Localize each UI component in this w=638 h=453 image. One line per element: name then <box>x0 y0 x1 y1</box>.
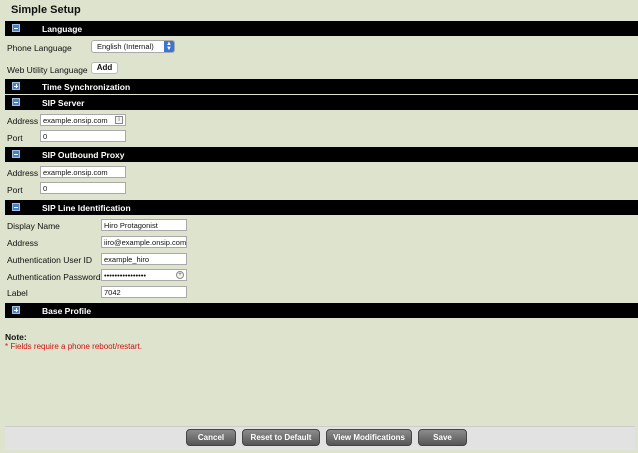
collapse-icon[interactable] <box>12 24 20 32</box>
collapse-icon[interactable] <box>12 203 20 211</box>
sip-server-address-input[interactable]: example.onsip.com <box>40 114 126 126</box>
section-title: Time Synchronization <box>42 82 131 92</box>
collapse-icon[interactable] <box>12 150 20 158</box>
section-time-sync[interactable]: Time Synchronization <box>5 79 638 94</box>
view-modifications-button[interactable]: View Modifications <box>326 429 412 446</box>
info-icon[interactable]: i <box>115 116 123 124</box>
note-text: * Fields require a phone reboot/restart. <box>5 342 142 351</box>
web-utility-language-label: Web Utility Language <box>7 65 88 75</box>
section-title: SIP Outbound Proxy <box>42 150 125 160</box>
select-arrows-icon: ▲ ▼ <box>164 41 174 52</box>
auth-user-input[interactable]: example_hiro <box>101 253 187 265</box>
sip-proxy-port-input[interactable]: 0 <box>40 182 126 194</box>
section-base-profile[interactable]: Base Profile <box>5 303 638 318</box>
sip-server-address-label: Address <box>7 116 39 126</box>
sip-proxy-address-label: Address <box>7 168 39 178</box>
phone-language-value: English (Internal) <box>97 42 154 51</box>
expand-icon[interactable] <box>12 306 20 314</box>
footer-bar <box>5 426 635 450</box>
line-address-input[interactable]: iiro@example.onsip.com <box>101 236 187 248</box>
auth-user-label: Authentication User ID <box>7 255 93 265</box>
phone-language-select[interactable]: English (Internal) ▲ ▼ <box>91 40 175 53</box>
sip-proxy-port-label: Port <box>7 185 23 195</box>
save-button[interactable]: Save <box>418 429 467 446</box>
collapse-icon[interactable] <box>12 98 20 106</box>
sip-proxy-address-input[interactable]: example.onsip.com <box>40 166 126 178</box>
label-label: Label <box>7 288 28 298</box>
auth-password-input[interactable]: •••••••••••••••• <box>101 269 187 281</box>
line-address-label: Address <box>7 238 39 248</box>
phone-language-label: Phone Language <box>7 43 72 53</box>
section-sip-server[interactable]: SIP Server <box>5 95 638 110</box>
section-sip-proxy[interactable]: SIP Outbound Proxy <box>5 147 638 162</box>
sip-server-port-label: Port <box>7 133 23 143</box>
display-name-label: Display Name <box>7 221 60 231</box>
display-name-input[interactable]: Hiro Protagonist <box>101 219 187 231</box>
section-sip-line[interactable]: SIP Line Identification <box>5 200 638 215</box>
reset-to-default-button[interactable]: Reset to Default <box>242 429 320 446</box>
cancel-button[interactable]: Cancel <box>186 429 236 446</box>
page-title: Simple Setup <box>11 4 81 16</box>
section-title: Base Profile <box>42 306 92 316</box>
sip-server-port-input[interactable]: 0 <box>40 130 126 142</box>
label-input[interactable]: 7042 <box>101 286 187 298</box>
key-icon[interactable]: + <box>176 271 184 279</box>
expand-icon[interactable] <box>12 82 20 90</box>
note-title: Note: <box>5 332 27 342</box>
auth-password-label: Authentication Password <box>7 272 101 282</box>
add-language-button[interactable]: Add <box>91 62 118 74</box>
section-language[interactable]: Language <box>5 21 638 36</box>
section-title: Language <box>42 24 83 34</box>
section-title: SIP Line Identification <box>42 203 131 213</box>
section-title: SIP Server <box>42 98 85 108</box>
